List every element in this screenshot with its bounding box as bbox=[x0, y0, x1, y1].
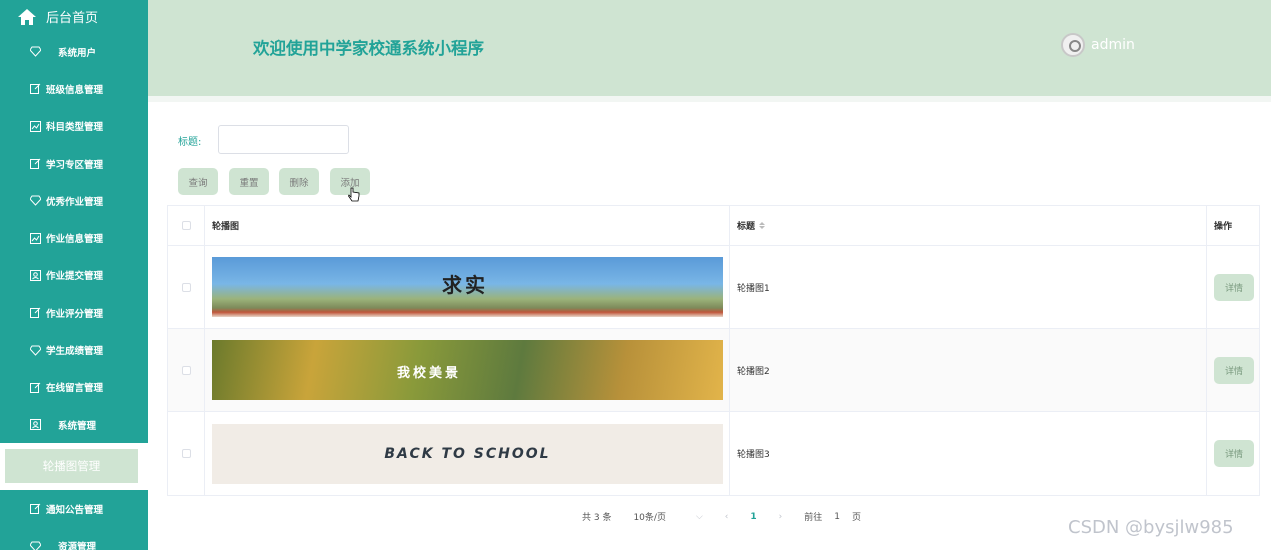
sidebar-item-homework-grading[interactable]: 作业评分管理 bbox=[0, 294, 148, 331]
edit-icon bbox=[29, 307, 41, 319]
table-row: 求实 轮播图1 详情 bbox=[168, 246, 1259, 329]
diamond-icon bbox=[29, 46, 41, 58]
chart-icon bbox=[29, 232, 41, 244]
sidebar-item-label: 学习专区管理 bbox=[46, 159, 104, 171]
sidebar-item-label: 系统用户 bbox=[58, 47, 97, 59]
sidebar-item-label: 作业提交管理 bbox=[46, 271, 104, 283]
watermark: CSDN @bysjlw985 bbox=[1068, 517, 1234, 538]
sidebar-subitem-carousel[interactable]: 轮播图管理 bbox=[5, 449, 138, 484]
sidebar-item-study-zone[interactable]: 学习专区管理 bbox=[0, 145, 148, 182]
sidebar-item-homework-info[interactable]: 作业信息管理 bbox=[0, 219, 148, 256]
carousel-table: 轮播图 标题 操作 求实 轮播图1 详情 我校美景 轮播图2 详情 BACK T… bbox=[167, 205, 1260, 496]
pagination-total: 共 3 条 bbox=[582, 513, 612, 523]
sidebar-home[interactable]: 后台首页 bbox=[0, 0, 148, 33]
username: admin bbox=[1091, 37, 1135, 53]
sidebar-item-label: 在线留言管理 bbox=[46, 383, 104, 395]
carousel-image: BACK TO SCHOOL bbox=[212, 423, 723, 484]
sidebar-item-system-users[interactable]: 系统用户 bbox=[0, 33, 148, 70]
row-checkbox[interactable] bbox=[181, 365, 191, 375]
page-title: 欢迎使用中学家校通系统小程序 bbox=[253, 39, 484, 58]
row-title: 轮播图3 bbox=[737, 450, 770, 460]
carousel-image: 我校美景 bbox=[212, 340, 723, 400]
table-row: 我校美景 轮播图2 详情 bbox=[168, 329, 1259, 412]
carousel-image-text: BACK TO SCHOOL bbox=[384, 445, 551, 462]
sidebar-home-label: 后台首页 bbox=[46, 11, 99, 26]
sidebar: 后台首页 系统用户 班级信息管理 科目类型管理 学习专区管理 优秀作业管理 作业… bbox=[0, 0, 148, 550]
table-row: BACK TO SCHOOL 轮播图3 详情 bbox=[168, 412, 1259, 495]
column-header-title-label: 标题 bbox=[737, 222, 756, 232]
sidebar-item-resources[interactable]: 资源管理 bbox=[0, 528, 148, 550]
sidebar-item-system-management[interactable]: 系统管理 bbox=[0, 406, 148, 443]
carousel-image: 求实 bbox=[212, 257, 723, 317]
detail-button[interactable]: 详情 bbox=[1214, 440, 1254, 467]
sidebar-item-label: 系统管理 bbox=[58, 420, 97, 432]
carousel-image-text: 我校美景 bbox=[397, 366, 462, 381]
edit-icon bbox=[29, 83, 41, 95]
submenu: 轮播图管理 bbox=[0, 443, 148, 491]
column-header-image: 轮播图 bbox=[212, 222, 240, 232]
page-number[interactable]: 1 bbox=[750, 512, 756, 522]
reset-button[interactable]: 重置 bbox=[229, 168, 269, 195]
diamond-icon bbox=[29, 195, 41, 207]
table-header: 轮播图 标题 操作 bbox=[168, 206, 1259, 246]
mouse-cursor-icon bbox=[348, 187, 360, 202]
edit-icon bbox=[29, 158, 41, 170]
edit-icon bbox=[29, 381, 41, 393]
search-label: 标题: bbox=[178, 137, 202, 148]
diamond-icon bbox=[29, 540, 41, 550]
edit-icon bbox=[29, 503, 41, 515]
detail-button[interactable]: 详情 bbox=[1214, 273, 1254, 301]
diamond-icon bbox=[29, 344, 41, 356]
chevron-down-icon[interactable]: ⌵ bbox=[696, 512, 703, 522]
column-header-title[interactable]: 标题 bbox=[730, 206, 1207, 245]
sidebar-item-student-scores[interactable]: 学生成绩管理 bbox=[0, 331, 148, 368]
next-page-icon[interactable]: › bbox=[779, 512, 783, 522]
title-search-input[interactable] bbox=[218, 125, 349, 154]
sidebar-item-label: 学生成绩管理 bbox=[46, 346, 104, 358]
query-button[interactable]: 查询 bbox=[178, 168, 218, 195]
delete-button[interactable]: 删除 bbox=[279, 168, 319, 195]
row-checkbox[interactable] bbox=[181, 282, 191, 292]
row-title: 轮播图2 bbox=[737, 366, 770, 377]
sort-icon[interactable] bbox=[759, 222, 766, 229]
sidebar-item-label: 作业信息管理 bbox=[46, 234, 104, 246]
sidebar-item-excellent-homework[interactable]: 优秀作业管理 bbox=[0, 182, 148, 219]
row-title: 轮播图1 bbox=[737, 283, 770, 294]
sidebar-item-online-messages[interactable]: 在线留言管理 bbox=[0, 369, 148, 406]
page-suffix: 页 bbox=[852, 513, 862, 523]
sidebar-item-subject-type[interactable]: 科目类型管理 bbox=[0, 108, 148, 145]
header-divider bbox=[148, 96, 1271, 102]
sidebar-item-label: 优秀作业管理 bbox=[46, 196, 104, 208]
detail-button[interactable]: 详情 bbox=[1214, 356, 1254, 384]
user-box-icon bbox=[29, 419, 41, 431]
sidebar-item-label: 作业评分管理 bbox=[46, 308, 104, 320]
avatar bbox=[1061, 33, 1085, 57]
sidebar-item-homework-submit[interactable]: 作业提交管理 bbox=[0, 257, 148, 294]
sidebar-item-label: 通知公告管理 bbox=[46, 504, 104, 516]
sidebar-item-label: 资源管理 bbox=[58, 542, 97, 550]
pagination: 共 3 条 10条/页 ⌵ ‹ 1 › 前往 1 页 bbox=[582, 510, 883, 524]
carousel-image-text: 求实 bbox=[442, 273, 488, 297]
header: 欢迎使用中学家校通系统小程序 admin bbox=[148, 0, 1271, 96]
user-menu[interactable]: admin bbox=[1061, 33, 1135, 57]
page-size-select[interactable]: 10条/页 bbox=[633, 510, 688, 523]
home-icon bbox=[18, 8, 36, 25]
sidebar-item-notice[interactable]: 通知公告管理 bbox=[0, 490, 148, 527]
user-box-icon bbox=[29, 269, 41, 281]
sidebar-item-class-info[interactable]: 班级信息管理 bbox=[0, 70, 148, 107]
sidebar-item-label: 科目类型管理 bbox=[46, 122, 104, 134]
goto-page-input[interactable]: 1 bbox=[834, 512, 840, 522]
row-checkbox[interactable] bbox=[181, 449, 191, 458]
column-header-action: 操作 bbox=[1214, 222, 1233, 232]
goto-label: 前往 bbox=[804, 513, 823, 523]
chart-icon bbox=[29, 120, 41, 132]
sidebar-item-label: 班级信息管理 bbox=[46, 84, 104, 96]
select-all-checkbox[interactable] bbox=[181, 221, 191, 230]
prev-page-icon[interactable]: ‹ bbox=[725, 512, 729, 522]
